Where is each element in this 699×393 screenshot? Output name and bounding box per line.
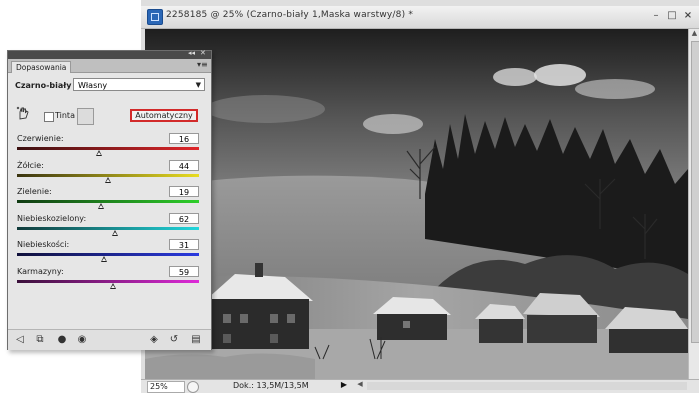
slider-label-blues: Niebieskości: [17,240,70,249]
horizontal-scrollbar[interactable] [367,382,687,390]
tint-color-swatch[interactable] [77,108,94,125]
reds-value-field[interactable]: 16 [169,133,199,144]
preset-label: Czarno-biały [15,81,72,90]
auto-button[interactable]: Automatyczny [130,109,198,122]
greens-slider-thumb[interactable] [97,203,104,209]
slider-label-yellows: Żółcie: [17,161,44,170]
status-bar: 25% Dok.: 13,5M/13,5M ▶ ◀ [141,379,699,393]
blues-value-field[interactable]: 31 [169,239,199,250]
magentas-slider-track[interactable] [17,280,199,283]
visibility-eye-icon[interactable]: ◉ [76,334,88,346]
status-menu-arrow-icon[interactable]: ▶ [339,380,349,392]
collapse-icon[interactable]: ◂◂ [188,49,195,57]
minimize-button[interactable]: – [649,9,663,23]
delete-icon[interactable]: ▤ [190,334,202,346]
photoshop-document-icon [147,9,163,25]
preset-dropdown[interactable]: Własny ▼ [73,78,205,91]
slider-label-greens: Zielenie: [17,187,52,196]
cyans-slider-track[interactable] [17,227,199,230]
slider-label-magentas: Karmazyny: [17,267,64,276]
vertical-scrollbar[interactable]: ▲ [688,29,699,379]
tint-checkbox[interactable] [44,112,54,122]
landscape-photo [145,29,688,379]
panel-menu-icon[interactable]: ▾≡ [197,60,208,69]
document-window: 2258185 @ 25% (Czarno-biały 1,Maska wars… [141,0,699,393]
magentas-slider-thumb[interactable] [110,283,117,289]
greens-value-field[interactable]: 19 [169,186,199,197]
cyans-slider-thumb[interactable] [112,230,119,236]
greens-slider-track[interactable] [17,200,199,203]
magentas-value-field[interactable]: 59 [169,266,199,277]
panel-top-bar[interactable]: ◂◂ ✕ [8,49,211,59]
tint-label: Tinta [55,111,75,120]
scroll-up-icon[interactable]: ▲ [690,29,699,39]
cyans-value-field[interactable]: 62 [169,213,199,224]
view-previous-icon[interactable]: ◈ [148,334,160,346]
zoom-level-field[interactable]: 25% [147,381,185,393]
slider-label-cyans: Niebieskozielony: [17,214,87,223]
document-size-info: Dok.: 13,5M/13,5M [233,381,309,390]
tab-adjustments[interactable]: Dopasowania [11,61,72,73]
vertical-scroll-thumb[interactable] [691,41,699,343]
targeted-adjustment-hand-icon[interactable] [16,106,30,120]
panel-close-icon[interactable]: ✕ [200,49,206,57]
panel-footer: ◁ ⧉ ● ◉ ◈ ↺ ▤ [8,329,211,350]
document-title: 2258185 @ 25% (Czarno-biały 1,Maska wars… [166,10,414,20]
slider-label-reds: Czerwienie: [17,134,64,143]
reds-slider-track[interactable] [17,147,199,150]
blues-slider-track[interactable] [17,253,199,256]
blues-slider-thumb[interactable] [101,256,108,262]
zoom-icon[interactable] [187,381,199,393]
back-icon[interactable]: ◁ [14,334,26,346]
yellows-slider-thumb[interactable] [105,177,111,183]
reds-slider-thumb[interactable] [95,150,102,156]
panel-tab-row: Dopasowania ▾≡ [8,59,211,73]
clip-layer-icon[interactable]: ● [56,334,68,346]
image-canvas[interactable] [145,29,688,379]
maximize-button[interactable]: □ [665,9,679,23]
chevron-down-icon: ▼ [195,81,201,89]
reset-icon[interactable]: ↺ [168,334,180,346]
layer-view-icon[interactable]: ⧉ [34,334,46,346]
preset-value: Własny [78,81,108,90]
adjustments-panel: ◂◂ ✕ Dopasowania ▾≡ Czarno-biały Własny … [7,49,212,350]
yellows-value-field[interactable]: 44 [169,160,199,171]
close-button[interactable]: × [681,9,695,23]
scroll-left-icon[interactable]: ◀ [355,380,365,392]
document-title-bar[interactable]: 2258185 @ 25% (Czarno-biały 1,Maska wars… [141,6,699,29]
